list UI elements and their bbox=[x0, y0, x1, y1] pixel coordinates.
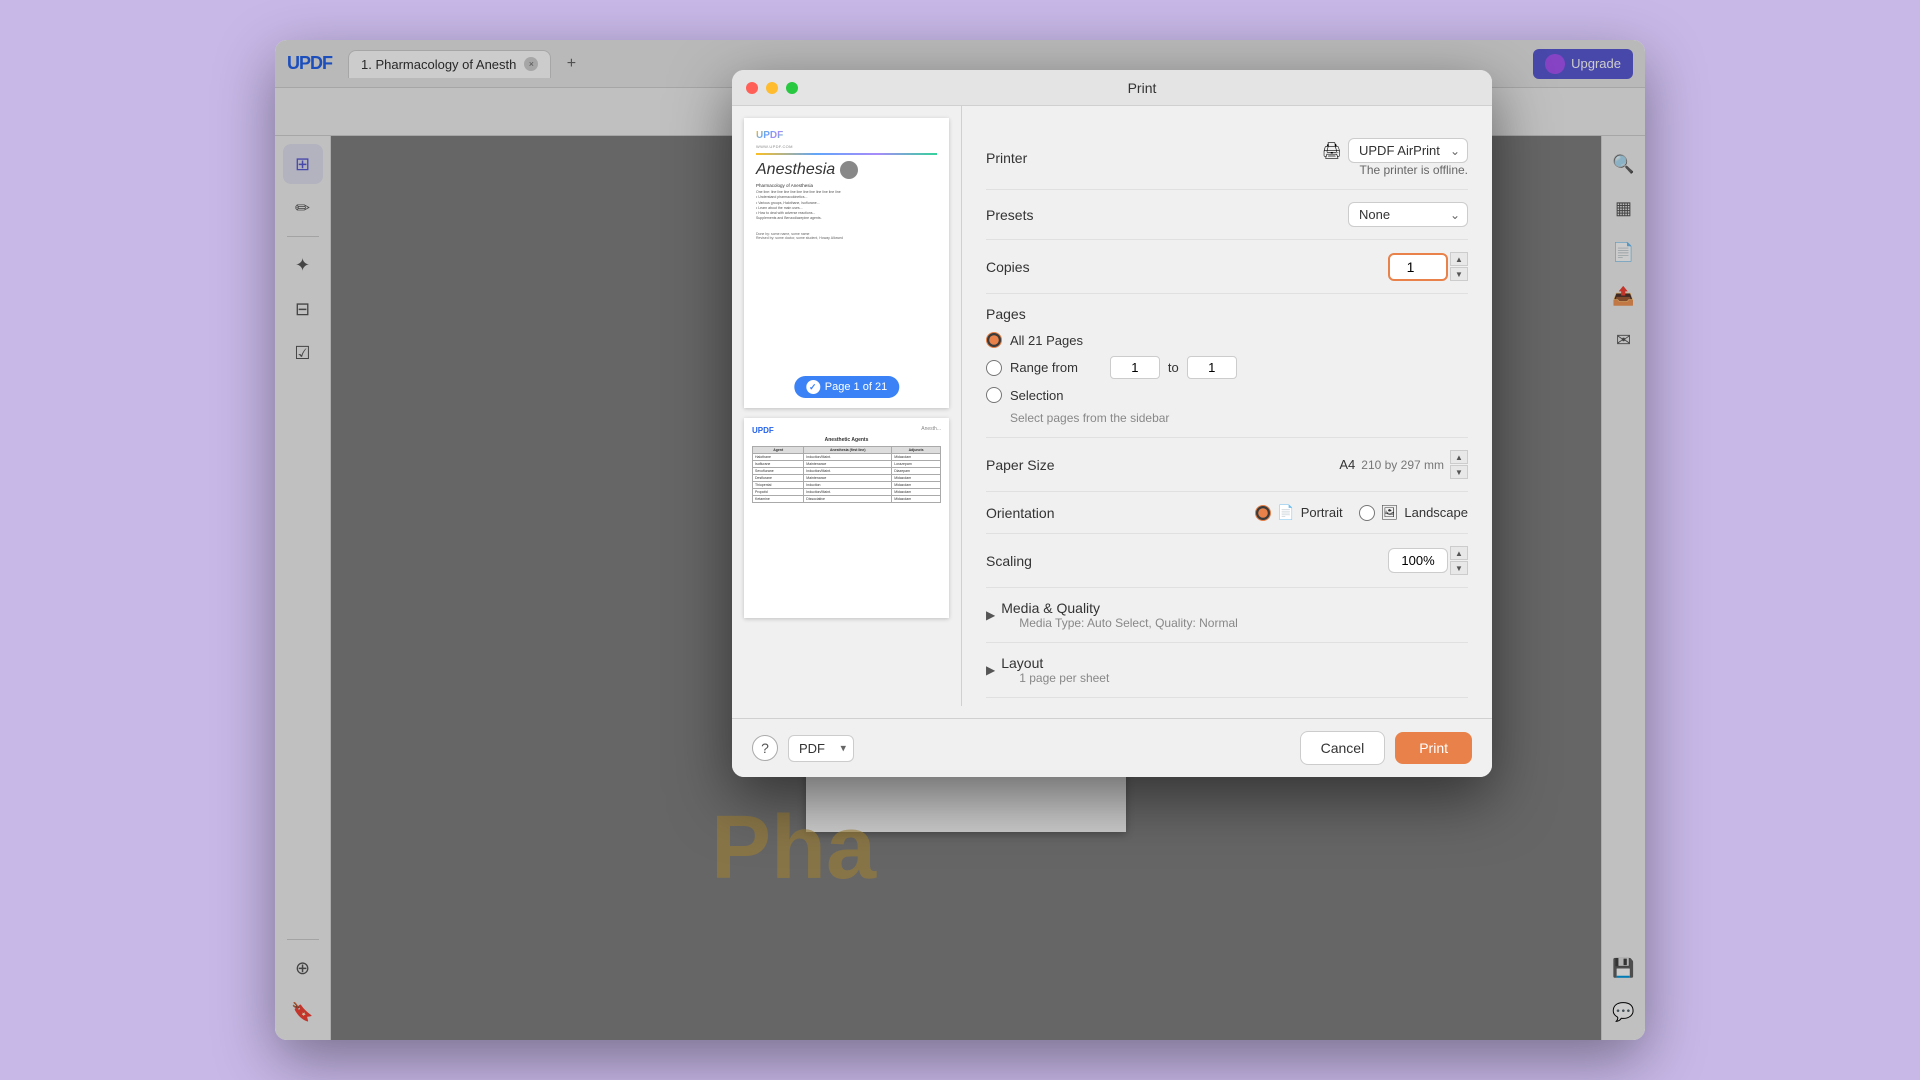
selection-radio[interactable] bbox=[986, 387, 1002, 403]
orientation-row: Orientation 📄 Portrait 🖼 Landscape bbox=[986, 492, 1468, 534]
presets-select-wrapper: None bbox=[1348, 202, 1468, 227]
paper-size-increment[interactable]: ▲ bbox=[1450, 450, 1468, 464]
settings-panel: Printer 🖨 UPDF AirPrint bbox=[962, 106, 1492, 718]
pdf-format-select[interactable]: PDF bbox=[788, 735, 854, 762]
paper-size-control: A4 210 by 297 mm ▲ ▼ bbox=[1339, 450, 1468, 479]
dialog-footer: ? PDF Cancel Print bbox=[732, 718, 1492, 777]
copies-increment[interactable]: ▲ bbox=[1450, 252, 1468, 266]
presets-label: Presets bbox=[986, 207, 1033, 223]
copies-decrement[interactable]: ▼ bbox=[1450, 267, 1468, 281]
media-quality-detail: Media Type: Auto Select, Quality: Normal bbox=[1019, 616, 1238, 630]
scaling-stepper: ▲ ▼ bbox=[1450, 546, 1468, 575]
copies-stepper: ▲ ▼ bbox=[1450, 252, 1468, 281]
traffic-light-close[interactable] bbox=[746, 82, 758, 94]
landscape-icon: 🖼 bbox=[1381, 504, 1399, 521]
portrait-label[interactable]: Portrait bbox=[1301, 505, 1343, 520]
copies-input[interactable] bbox=[1388, 253, 1448, 281]
selection-hint: Select pages from the sidebar bbox=[1010, 411, 1468, 425]
printer-icon: 🖨 bbox=[1322, 141, 1342, 161]
traffic-light-minimize[interactable] bbox=[766, 82, 778, 94]
dialog-body: UPDF WWW.UPDF.COM Anesthesia Pharmacolog… bbox=[732, 106, 1492, 718]
all-pages-row: All 21 Pages bbox=[986, 332, 1468, 348]
portrait-radio[interactable] bbox=[1255, 505, 1271, 521]
layout-arrow: ▶ bbox=[986, 663, 995, 677]
printer-select-wrapper: UPDF AirPrint bbox=[1348, 138, 1468, 163]
dialog-titlebar: Print bbox=[732, 70, 1492, 106]
landscape-radio[interactable] bbox=[1359, 505, 1375, 521]
portrait-icon: 📄 bbox=[1277, 504, 1294, 521]
paper-size-value: A4 bbox=[1339, 457, 1355, 472]
printer-select[interactable]: UPDF AirPrint bbox=[1348, 138, 1468, 163]
media-quality-label: Media & Quality bbox=[1001, 600, 1238, 616]
pdf-select-wrapper: PDF bbox=[788, 735, 854, 762]
orientation-options: 📄 Portrait 🖼 Landscape bbox=[1255, 504, 1468, 521]
all-pages-radio[interactable] bbox=[986, 332, 1002, 348]
presets-select[interactable]: None bbox=[1348, 202, 1468, 227]
copies-control: ▲ ▼ bbox=[1388, 252, 1468, 281]
scaling-control: ▲ ▼ bbox=[1388, 546, 1468, 575]
cancel-button[interactable]: Cancel bbox=[1300, 731, 1386, 765]
copies-label: Copies bbox=[986, 259, 1030, 275]
preview-panel: UPDF WWW.UPDF.COM Anesthesia Pharmacolog… bbox=[732, 106, 962, 706]
media-quality-row[interactable]: ▶ Media & Quality Media Type: Auto Selec… bbox=[986, 588, 1468, 643]
dialog-title: Print bbox=[806, 80, 1478, 96]
range-radio[interactable] bbox=[986, 360, 1002, 376]
printer-row: Printer 🖨 UPDF AirPrint bbox=[986, 126, 1468, 190]
paper-size-detail: 210 by 297 mm bbox=[1361, 458, 1444, 472]
all-pages-label[interactable]: All 21 Pages bbox=[1010, 333, 1083, 348]
pages-header: Pages bbox=[986, 306, 1468, 322]
scaling-input[interactable] bbox=[1388, 548, 1448, 573]
layout-label: Layout bbox=[1001, 655, 1109, 671]
printer-value-area: 🖨 UPDF AirPrint The printer is offline. bbox=[1322, 138, 1468, 177]
preview-page-1: UPDF WWW.UPDF.COM Anesthesia Pharmacolog… bbox=[744, 118, 949, 408]
landscape-label[interactable]: Landscape bbox=[1404, 505, 1468, 520]
presets-row: Presets None bbox=[986, 190, 1468, 240]
portrait-option: 📄 Portrait bbox=[1255, 504, 1342, 521]
paper-size-label: Paper Size bbox=[986, 457, 1054, 473]
range-label[interactable]: Range from bbox=[1010, 360, 1078, 375]
layout-row[interactable]: ▶ Layout 1 page per sheet bbox=[986, 643, 1468, 698]
scaling-label: Scaling bbox=[986, 553, 1032, 569]
range-to-input[interactable] bbox=[1187, 356, 1237, 379]
scaling-row: Scaling ▲ ▼ bbox=[986, 534, 1468, 588]
paper-size-row: Paper Size A4 210 by 297 mm ▲ ▼ bbox=[986, 438, 1468, 492]
dialog-overlay: Print UPDF WWW.UPDF.COM bbox=[275, 40, 1645, 1040]
printer-status: The printer is offline. bbox=[1360, 163, 1469, 177]
selection-row: Selection bbox=[986, 387, 1468, 403]
print-button[interactable]: Print bbox=[1395, 732, 1472, 764]
range-row: Range from to bbox=[986, 356, 1468, 379]
help-button[interactable]: ? bbox=[752, 735, 778, 761]
preview-page-indicator: ✓ Page 1 of 21 bbox=[794, 376, 899, 398]
preview-page-2: UPDF Anesth... Anesthetic Agents AgentAn… bbox=[744, 418, 949, 618]
scaling-increment[interactable]: ▲ bbox=[1450, 546, 1468, 560]
preview-page-1-wrapper: UPDF WWW.UPDF.COM Anesthesia Pharmacolog… bbox=[744, 118, 949, 408]
paper-size-stepper: ▲ ▼ bbox=[1450, 450, 1468, 479]
media-quality-arrow: ▶ bbox=[986, 608, 995, 622]
pages-section: Pages All 21 Pages Range from to bbox=[986, 294, 1468, 438]
copies-row: Copies ▲ ▼ bbox=[986, 240, 1468, 294]
traffic-light-maximize[interactable] bbox=[786, 82, 798, 94]
print-dialog: Print UPDF WWW.UPDF.COM bbox=[732, 70, 1492, 777]
paper-size-decrement[interactable]: ▼ bbox=[1450, 465, 1468, 479]
range-inputs: to bbox=[1110, 356, 1237, 379]
selection-label[interactable]: Selection bbox=[1010, 388, 1063, 403]
range-from-input[interactable] bbox=[1110, 356, 1160, 379]
printer-label: Printer bbox=[986, 150, 1027, 166]
layout-detail: 1 page per sheet bbox=[1019, 671, 1109, 685]
landscape-option: 🖼 Landscape bbox=[1359, 504, 1468, 521]
preview-check-icon: ✓ bbox=[806, 380, 820, 394]
scaling-decrement[interactable]: ▼ bbox=[1450, 561, 1468, 575]
orientation-label: Orientation bbox=[986, 505, 1054, 521]
